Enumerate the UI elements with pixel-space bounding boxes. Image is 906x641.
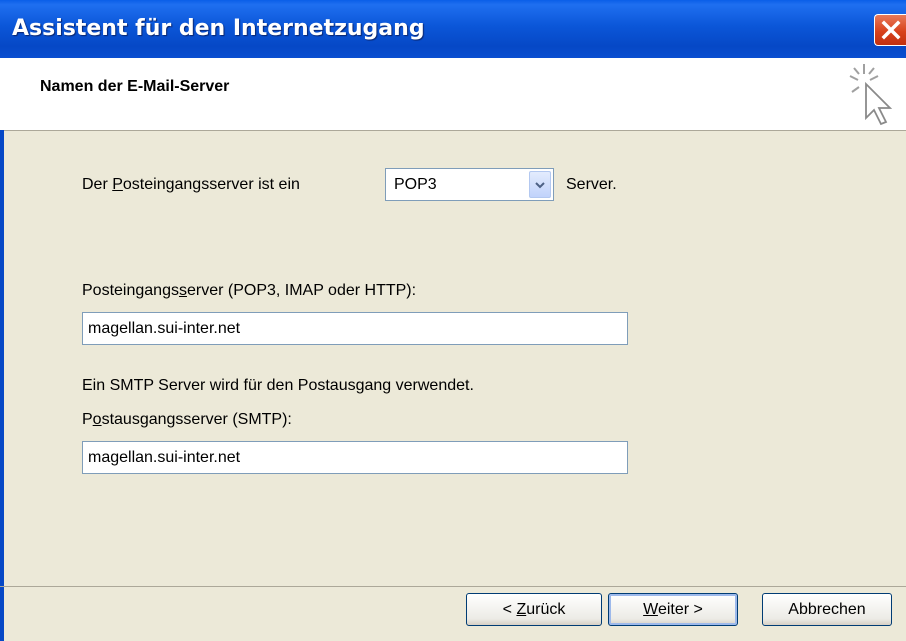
incoming-type-value: POP3: [394, 176, 437, 193]
close-icon: [881, 20, 901, 40]
outgoing-server-value: magellan.sui-inter.net: [88, 449, 241, 466]
incoming-type-select[interactable]: POP3: [385, 168, 554, 201]
smtp-note: Ein SMTP Server wird für den Postausgang…: [82, 377, 474, 394]
page-title: Namen der E-Mail-Server: [40, 78, 230, 95]
wizard-header: Namen der E-Mail-Server: [0, 58, 906, 131]
dropdown-button[interactable]: [529, 171, 551, 198]
wizard-cursor-icon: [849, 64, 893, 126]
title-bar[interactable]: Assistent für den Internetzugang: [0, 0, 906, 58]
close-button[interactable]: [874, 14, 906, 46]
window-title: Assistent für den Internetzugang: [12, 16, 425, 41]
back-button[interactable]: < Zurück: [466, 593, 602, 626]
next-button[interactable]: Weiter >: [608, 593, 738, 626]
outgoing-server-label: Postausgangsserver (SMTP):: [82, 411, 292, 428]
outgoing-server-input[interactable]: magellan.sui-inter.net: [82, 441, 628, 474]
server-suffix-label: Server.: [566, 176, 617, 193]
incoming-server-label: Posteingangsserver (POP3, IMAP oder HTTP…: [82, 282, 417, 299]
window-border-left: [0, 130, 4, 641]
incoming-server-value: magellan.sui-inter.net: [88, 320, 241, 337]
cancel-button[interactable]: Abbrechen: [762, 593, 892, 626]
incoming-type-label: Der Posteingangsserver ist ein: [82, 176, 300, 193]
chevron-down-icon: [535, 182, 545, 189]
footer-divider: [0, 586, 906, 587]
incoming-server-input[interactable]: magellan.sui-inter.net: [82, 312, 628, 345]
